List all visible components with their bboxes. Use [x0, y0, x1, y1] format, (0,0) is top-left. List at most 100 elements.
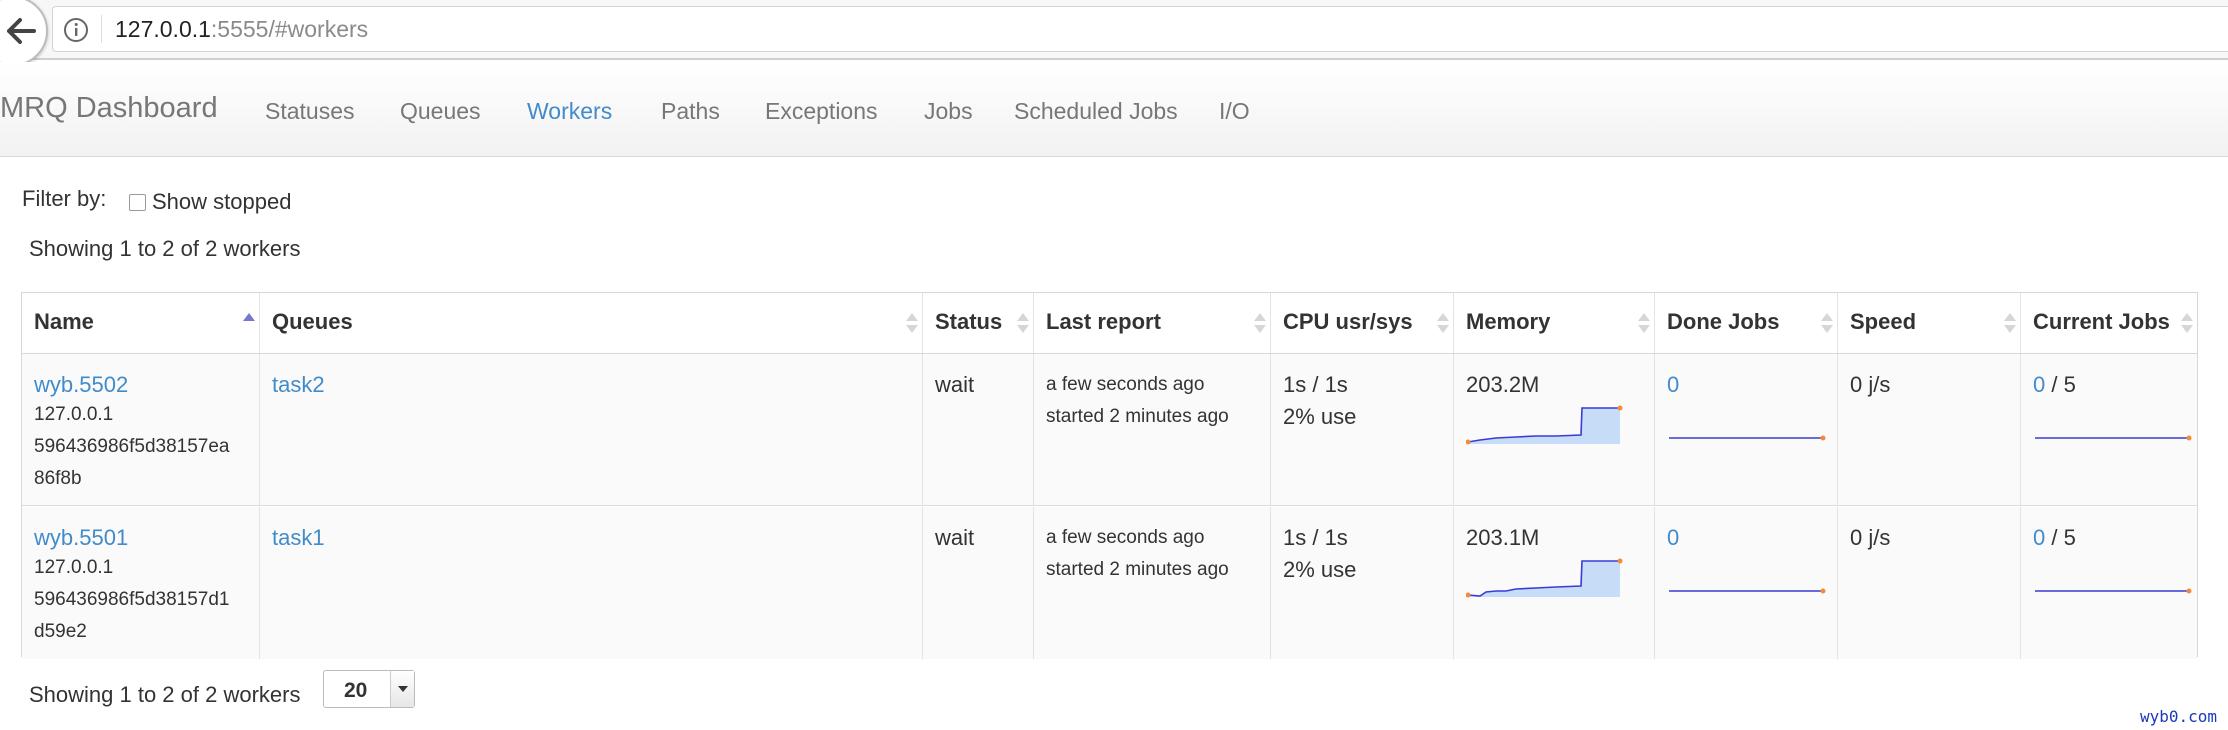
cell-cpu: 1s / 1s 2% use [1270, 507, 1453, 659]
watermark: wyb0.com [2140, 707, 2218, 726]
column-header-done-jobs[interactable]: Done Jobs [1654, 293, 1837, 353]
cell-current-jobs: 0 / 5 [2020, 507, 2197, 659]
sort-icon [906, 311, 918, 337]
column-label: Speed [1850, 309, 1917, 334]
cell-last-report: a few seconds ago started 2 minutes ago [1033, 354, 1270, 505]
brand[interactable]: MRQ Dashboard [0, 92, 218, 125]
column-header-memory[interactable]: Memory [1453, 293, 1654, 353]
speed-value: 0 j/s [1850, 372, 1891, 397]
current-jobs-link[interactable]: 0 [2033, 525, 2045, 550]
nav-jobs[interactable]: Jobs [924, 98, 973, 125]
nav-paths[interactable]: Paths [661, 98, 720, 125]
cell-last-report: a few seconds ago started 2 minutes ago [1033, 507, 1270, 659]
cell-done-jobs: 0 [1654, 507, 1837, 659]
cell-name: wyb.5501 127.0.0.1 596436986f5d38157d1 d… [22, 507, 259, 659]
worker-id-line2: 86f8b [34, 468, 82, 489]
column-label: Done Jobs [1667, 309, 1780, 334]
cell-current-jobs: 0 / 5 [2020, 354, 2197, 505]
show-stopped-label[interactable]: Show stopped [152, 189, 291, 215]
column-header-name[interactable]: Name [22, 293, 259, 353]
done-jobs-link[interactable]: 0 [1667, 525, 1679, 551]
sort-icon [2181, 311, 2193, 337]
column-header-last-report[interactable]: Last report [1033, 293, 1270, 353]
sort-asc-icon [243, 311, 255, 337]
worker-name-link[interactable]: wyb.5502 [34, 372, 128, 398]
cell-done-jobs: 0 [1654, 354, 1837, 505]
column-header-queues[interactable]: Queues [259, 293, 922, 353]
table-info-top: Showing 1 to 2 of 2 workers [29, 236, 301, 261]
column-label: Status [935, 309, 1003, 334]
nav-queues[interactable]: Queues [400, 98, 481, 125]
sort-icon [1017, 311, 1029, 337]
cpu-use: 2% use [1283, 404, 1357, 429]
page-size-value: 20 [344, 679, 368, 702]
cell-name: wyb.5502 127.0.0.1 596436986f5d38157ea 8… [22, 354, 259, 505]
queue-link[interactable]: task2 [272, 372, 325, 398]
done-jobs-sparkline [1669, 588, 1826, 594]
column-label: Memory [1466, 309, 1551, 334]
column-label: Current Jobs [2033, 309, 2170, 334]
filter-label: Filter by: [22, 186, 107, 211]
nav-scheduled-jobs[interactable]: Scheduled Jobs [1014, 98, 1178, 125]
column-header-current-jobs[interactable]: Current Jobs [2020, 293, 2197, 353]
done-jobs-sparkline [1669, 435, 1826, 441]
url-path: :5555/#workers [210, 16, 369, 42]
sort-icon [1254, 311, 1266, 337]
cell-status: wait [922, 507, 1033, 659]
url-text: 127.0.0.1:5555/#workers [115, 15, 368, 43]
address-bar[interactable]: 127.0.0.1:5555/#workers [52, 6, 2228, 52]
current-jobs-sparkline [2035, 588, 2192, 594]
worker-ip: 127.0.0.1 [34, 404, 114, 425]
cell-memory: 203.2M [1453, 354, 1654, 505]
last-report-text: a few seconds ago [1046, 374, 1205, 395]
table-row: wyb.5502 127.0.0.1 596436986f5d38157ea 8… [22, 354, 2197, 506]
chevron-down-icon[interactable] [390, 671, 414, 707]
info-icon[interactable] [63, 17, 89, 43]
navbar: MRQ Dashboard Statuses Queues Workers Pa… [0, 62, 2228, 157]
queue-link[interactable]: task1 [272, 525, 325, 551]
started-text: started 2 minutes ago [1046, 559, 1229, 580]
cpu-time: 1s / 1s [1283, 372, 1348, 397]
cpu-use: 2% use [1283, 557, 1357, 582]
nav-exceptions[interactable]: Exceptions [765, 98, 878, 125]
sort-icon [1821, 311, 1833, 337]
table-header: Name Queues Status Last report CPU usr/s… [22, 293, 2197, 355]
current-jobs-max: / 5 [2051, 525, 2076, 550]
nav-statuses[interactable]: Statuses [265, 98, 355, 125]
sort-icon [2004, 311, 2016, 337]
memory-sparkline [1466, 558, 1623, 598]
current-jobs-sparkline [2035, 435, 2192, 441]
column-label: Queues [272, 309, 353, 334]
sort-icon [1437, 311, 1449, 337]
cell-memory: 203.1M [1453, 507, 1654, 659]
nav-workers[interactable]: Workers [527, 98, 612, 125]
worker-id-line1: 596436986f5d38157ea [34, 436, 230, 457]
url-host: 127.0.0.1 [115, 16, 211, 42]
worker-name-link[interactable]: wyb.5501 [34, 525, 128, 551]
column-header-speed[interactable]: Speed [1837, 293, 2020, 353]
done-jobs-link[interactable]: 0 [1667, 372, 1679, 398]
speed-value: 0 j/s [1850, 525, 1891, 550]
nav-io[interactable]: I/O [1219, 98, 1250, 125]
workers-table: Name Queues Status Last report CPU usr/s… [21, 292, 2198, 659]
page-size-select[interactable]: 20 [323, 670, 415, 708]
current-jobs: 0 / 5 [2033, 372, 2076, 398]
address-separator [101, 15, 102, 43]
cpu-time: 1s / 1s [1283, 525, 1348, 550]
back-button[interactable] [0, 0, 48, 66]
column-label: CPU usr/sys [1283, 309, 1413, 334]
column-header-cpu[interactable]: CPU usr/sys [1270, 293, 1453, 353]
back-arrow-icon [7, 18, 36, 44]
memory-value: 203.1M [1466, 525, 1540, 550]
status-text: wait [935, 525, 975, 550]
column-header-status[interactable]: Status [922, 293, 1033, 353]
current-jobs-link[interactable]: 0 [2033, 372, 2045, 397]
sort-icon [1638, 311, 1650, 337]
memory-sparkline [1466, 405, 1623, 445]
column-label: Last report [1046, 309, 1161, 334]
cell-status: wait [922, 354, 1033, 505]
show-stopped-checkbox[interactable] [129, 194, 146, 211]
worker-id-line1: 596436986f5d38157d1 [34, 589, 230, 610]
last-report-text: a few seconds ago [1046, 527, 1205, 548]
cell-queues: task2 [259, 354, 922, 505]
